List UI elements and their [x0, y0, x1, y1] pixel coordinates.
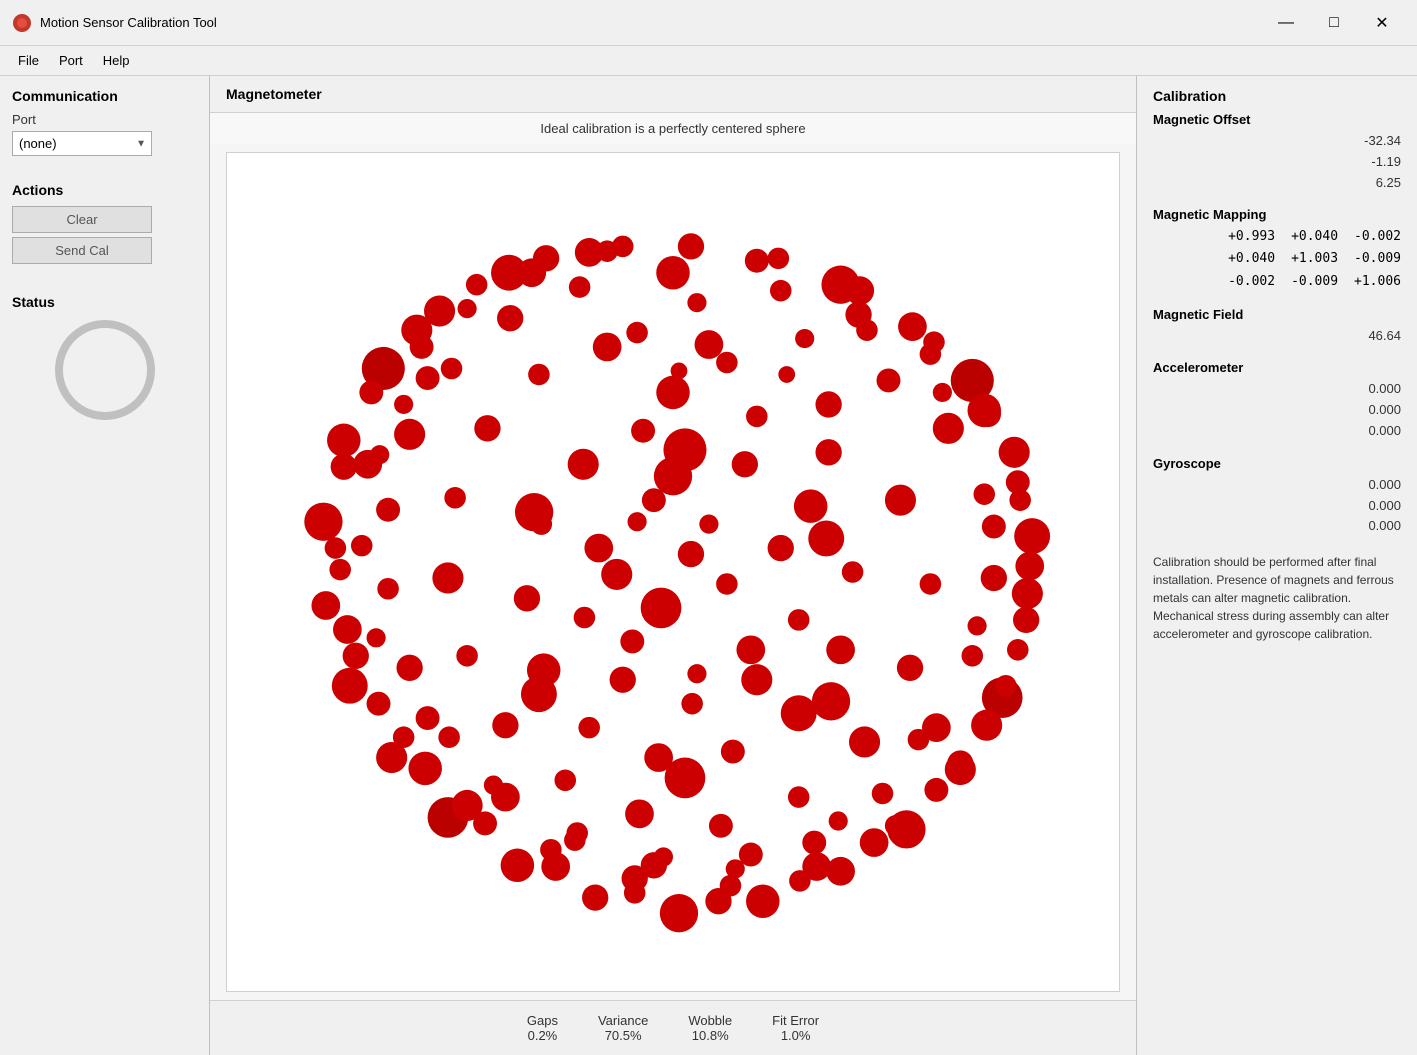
variance-value: 70.5% — [598, 1028, 648, 1043]
status-indicator — [55, 320, 155, 420]
calibration-title: Calibration — [1153, 88, 1401, 104]
right-panel: Calibration Magnetic Offset -32.34 -1.19… — [1137, 76, 1417, 1055]
stat-wobble: Wobble 10.8% — [688, 1013, 732, 1043]
menu-file[interactable]: File — [8, 51, 49, 70]
accel-v2: 0.000 — [1153, 400, 1401, 421]
stat-variance: Variance 70.5% — [598, 1013, 648, 1043]
magnetic-field-v1: 46.64 — [1153, 326, 1401, 347]
calibration-note: Calibration should be performed after fi… — [1153, 553, 1401, 643]
send-cal-button[interactable]: Send Cal — [12, 237, 152, 264]
menu-port[interactable]: Port — [49, 51, 93, 70]
matrix-row-1: +0.040 +1.003 -0.009 — [1153, 248, 1401, 270]
gyro-v3: 0.000 — [1153, 516, 1401, 537]
matrix-1-2: -0.009 — [1354, 248, 1401, 270]
accelerometer-section: Accelerometer 0.000 0.000 0.000 — [1153, 360, 1401, 441]
magnetic-offset-section: Magnetic Offset -32.34 -1.19 6.25 — [1153, 112, 1401, 193]
variance-label: Variance — [598, 1013, 648, 1028]
actions-title: Actions — [12, 182, 197, 198]
port-label: Port — [12, 112, 197, 127]
gaps-label: Gaps — [527, 1013, 558, 1028]
clear-button[interactable]: Clear — [12, 206, 152, 233]
gaps-value: 0.2% — [527, 1028, 558, 1043]
visualization-area — [226, 152, 1120, 992]
matrix-2-1: -0.009 — [1291, 271, 1338, 293]
minimize-button[interactable]: — — [1263, 7, 1309, 39]
magnetic-field-section: Magnetic Field 46.64 — [1153, 307, 1401, 347]
magnetometer-subtitle: Ideal calibration is a perfectly centere… — [210, 113, 1136, 144]
gyro-v1: 0.000 — [1153, 475, 1401, 496]
gyroscope-title: Gyroscope — [1153, 456, 1401, 471]
accel-v3: 0.000 — [1153, 421, 1401, 442]
fit-error-value: 1.0% — [772, 1028, 819, 1043]
sidebar: Communication Port (none) COM1 COM2 COM3… — [0, 76, 210, 1055]
magnetic-offset-v1: -32.34 — [1153, 131, 1401, 152]
matrix-0-1: +0.040 — [1291, 226, 1338, 248]
close-button[interactable]: ✕ — [1359, 7, 1405, 39]
app-icon — [12, 13, 32, 33]
magnetic-offset-v3: 6.25 — [1153, 173, 1401, 194]
matrix-2-2: +1.006 — [1354, 271, 1401, 293]
status-title: Status — [12, 294, 197, 310]
actions-section: Actions Clear Send Cal — [12, 182, 197, 268]
fit-error-label: Fit Error — [772, 1013, 819, 1028]
magnetic-offset-title: Magnetic Offset — [1153, 112, 1401, 127]
menu-bar: File Port Help — [0, 46, 1417, 76]
matrix-row-2: -0.002 -0.009 +1.006 — [1153, 271, 1401, 293]
accelerometer-title: Accelerometer — [1153, 360, 1401, 375]
magnetic-offset-v2: -1.19 — [1153, 152, 1401, 173]
port-select[interactable]: (none) COM1 COM2 COM3 COM4 — [12, 131, 152, 156]
magnetic-mapping-title: Magnetic Mapping — [1153, 207, 1401, 222]
gyroscope-section: Gyroscope 0.000 0.000 0.000 — [1153, 456, 1401, 537]
matrix-0-0: +0.993 — [1228, 226, 1275, 248]
maximize-button[interactable]: □ — [1311, 7, 1357, 39]
matrix-1-0: +0.040 — [1228, 248, 1275, 270]
sphere-visualization — [227, 153, 1119, 991]
communication-title: Communication — [12, 88, 197, 104]
wobble-value: 10.8% — [688, 1028, 732, 1043]
center-panel: Magnetometer Ideal calibration is a perf… — [210, 76, 1137, 1055]
window-title: Motion Sensor Calibration Tool — [40, 15, 1263, 30]
gyro-v2: 0.000 — [1153, 496, 1401, 517]
stats-bar: Gaps 0.2% Variance 70.5% Wobble 10.8% Fi… — [210, 1000, 1136, 1055]
magnetic-field-title: Magnetic Field — [1153, 307, 1401, 322]
title-bar: Motion Sensor Calibration Tool — □ ✕ — [0, 0, 1417, 46]
matrix-row-0: +0.993 +0.040 -0.002 — [1153, 226, 1401, 248]
accel-v1: 0.000 — [1153, 379, 1401, 400]
status-section: Status — [12, 294, 197, 430]
magnetometer-header: Magnetometer — [210, 76, 1136, 113]
magnetic-mapping-section: Magnetic Mapping +0.993 +0.040 -0.002 +0… — [1153, 207, 1401, 292]
window-controls: — □ ✕ — [1263, 7, 1405, 39]
menu-help[interactable]: Help — [93, 51, 140, 70]
main-layout: Communication Port (none) COM1 COM2 COM3… — [0, 76, 1417, 1055]
wobble-label: Wobble — [688, 1013, 732, 1028]
stat-fit-error: Fit Error 1.0% — [772, 1013, 819, 1043]
stat-gaps: Gaps 0.2% — [527, 1013, 558, 1043]
port-select-wrapper[interactable]: (none) COM1 COM2 COM3 COM4 — [12, 131, 152, 156]
matrix-1-1: +1.003 — [1291, 248, 1338, 270]
communication-section: Communication Port (none) COM1 COM2 COM3… — [12, 88, 197, 156]
matrix-0-2: -0.002 — [1354, 226, 1401, 248]
matrix-2-0: -0.002 — [1228, 271, 1275, 293]
